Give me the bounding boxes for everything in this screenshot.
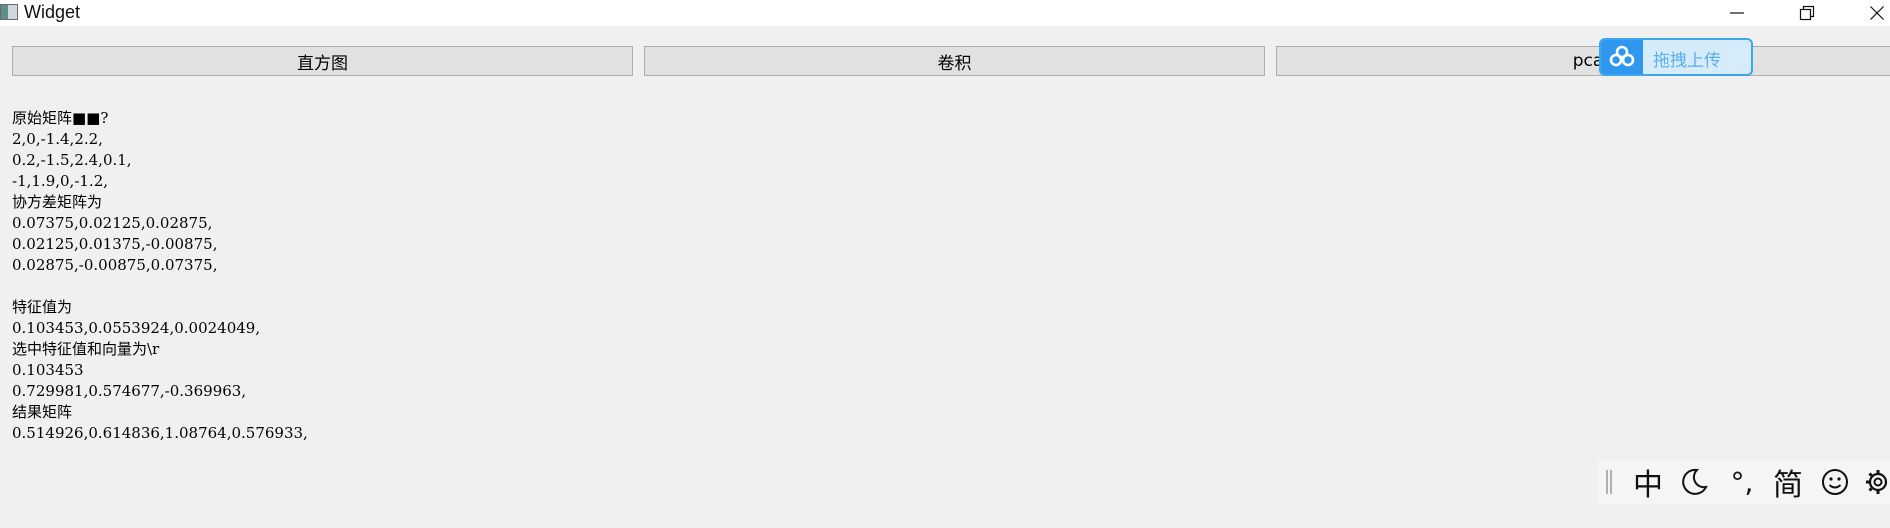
output-line: 0.02875,-0.00875,0.07375,: [12, 256, 218, 274]
output-line: 2,0,-1.4,2.2,: [12, 130, 103, 148]
close-icon: [1870, 6, 1884, 20]
output-line: 0.729981,0.574677,-0.369963,: [12, 382, 247, 400]
restore-icon: [1799, 5, 1815, 21]
ime-drag-handle[interactable]: [1606, 470, 1612, 494]
minimize-icon: [1730, 12, 1744, 14]
convolution-button[interactable]: 卷积: [644, 46, 1265, 76]
output-line: 0.2,-1.5,2.4,0.1,: [12, 151, 132, 169]
ime-simplified-toggle[interactable]: 简: [1768, 464, 1808, 503]
minimize-button[interactable]: [1710, 0, 1764, 26]
smiley-icon[interactable]: [1816, 464, 1854, 500]
gear-icon[interactable]: [1862, 464, 1890, 500]
output-line: 结果矩阵: [12, 403, 73, 421]
ime-toolbar: 中 °, 简: [1598, 460, 1890, 504]
close-button[interactable]: [1850, 0, 1890, 26]
output-line: 协方差矩阵为: [12, 193, 103, 211]
histogram-button[interactable]: 直方图: [12, 46, 633, 76]
widget-window: Widget 直方图 卷积 pca 拖拽上传 原始矩阵■■? 2,0,-1.4,…: [0, 0, 1890, 528]
output-line: 特征值为: [12, 298, 73, 316]
ime-punctuation-toggle[interactable]: °,: [1720, 464, 1764, 500]
title-bar: Widget: [0, 0, 1890, 26]
output-line: 0.103453,0.0553924,0.0024049,: [12, 319, 261, 337]
cloud-upload-icon: [1601, 40, 1643, 74]
restore-button[interactable]: [1780, 0, 1834, 26]
output-line: 原始矩阵■■?: [12, 109, 109, 127]
ime-language-toggle[interactable]: 中: [1628, 464, 1668, 503]
output-text-area: 原始矩阵■■? 2,0,-1.4,2.2, 0.2,-1.5,2.4,0.1, -1,…: [12, 108, 308, 444]
drag-upload-label: 拖拽上传: [1653, 51, 1721, 71]
drag-upload-widget[interactable]: 拖拽上传: [1599, 38, 1753, 76]
output-line: 选中特征值和向量为\r: [12, 340, 160, 358]
app-window-icon: [0, 4, 18, 20]
moon-icon[interactable]: [1674, 464, 1714, 500]
output-line: 0.02125,0.01375,-0.00875,: [12, 235, 218, 253]
output-line: 0.514926,0.614836,1.08764,0.576933,: [12, 424, 308, 442]
output-line: 0.103453: [12, 361, 84, 379]
output-line: 0.07375,0.02125,0.02875,: [12, 214, 213, 232]
output-line: -1,1.9,0,-1.2,: [12, 172, 109, 190]
window-title: Widget: [24, 2, 81, 22]
pca-button[interactable]: pca: [1276, 46, 1890, 76]
